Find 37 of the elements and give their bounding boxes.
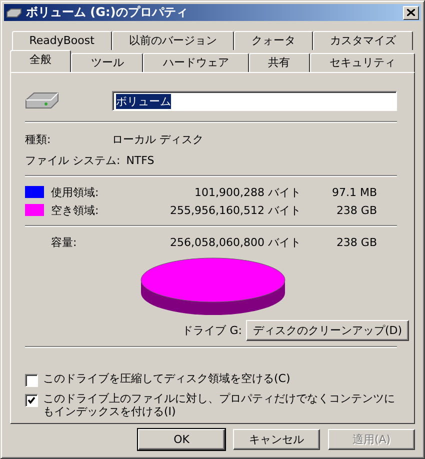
drive-icon [6,8,22,18]
tab[interactable]: ツール [71,53,144,72]
drive-icon [25,90,59,108]
volume-name-field[interactable]: ボリューム [112,91,397,111]
size-value: 238 GB [335,204,377,216]
window-title: ボリューム (G:)のプロパティ [26,4,189,21]
disk-cleanup-button[interactable]: ディスクのクリーンアップ(D) [246,320,409,341]
byte-count: 255,956,160,512 バイト [169,202,301,218]
checkbox[interactable] [25,374,38,387]
tab[interactable]: ReadyBoost [12,31,112,50]
close-icon [407,9,415,16]
dialog-button[interactable]: キャンセル [233,429,320,450]
usage-label: 使用領域: [51,184,100,200]
tab[interactable]: 以前のバージョン [112,31,234,50]
size-value: 97.1 MB [330,186,377,198]
size-value: 238 GB [335,236,377,248]
drive-label: ドライブ G: [181,323,243,338]
info-value: NTFS [126,154,154,167]
option-label: このドライブ上のファイルに対し、プロパティだけでなくコンテンツにもインデックスを付ける(I) [43,392,396,418]
check-icon [28,397,35,404]
info-value: ローカル ディスク [112,132,204,147]
byte-count: 101,900,288 バイト [194,184,301,200]
checkbox[interactable] [25,394,38,407]
usage-label: 空き領域: [51,202,100,218]
tab[interactable]: 全般 [10,50,72,72]
tab[interactable]: 共有 [248,53,310,72]
capacity-label: 容量: [51,234,78,250]
dialog-button[interactable]: OK [138,429,225,450]
byte-count: 256,058,060,800 バイト [169,234,301,250]
info-label: ファイル システム: [25,153,122,168]
tab[interactable]: カスタマイズ [312,31,414,50]
close-button[interactable] [403,6,419,20]
tab[interactable]: クォータ [234,31,313,50]
tab[interactable]: セキュリティ [310,53,416,72]
info-label: 種類: [25,132,52,147]
option-label: このドライブを圧縮してディスク領域を空ける(C) [43,372,290,385]
tab[interactable]: ハードウェア [143,53,249,72]
